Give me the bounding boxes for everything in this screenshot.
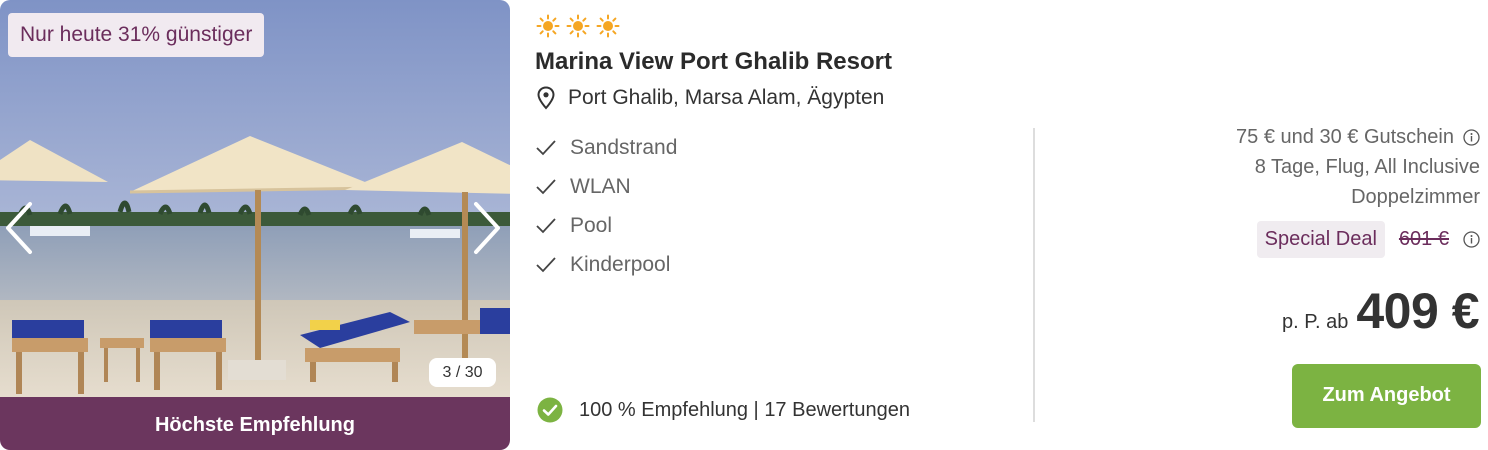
price-panel: 75 € und 30 € Gutschein 8 Tage, Flug, Al… bbox=[1060, 122, 1480, 340]
info-icon[interactable] bbox=[1463, 231, 1480, 248]
sun-star-icon bbox=[536, 14, 560, 38]
checkmark-icon bbox=[536, 256, 556, 272]
column-divider bbox=[1033, 128, 1035, 422]
trip-details: 8 Tage, Flug, All Inclusive bbox=[1254, 156, 1480, 178]
hotel-photo[interactable] bbox=[0, 0, 510, 397]
feature-label: Sandstrand bbox=[570, 135, 678, 159]
carousel-next-button[interactable] bbox=[466, 196, 506, 260]
carousel-prev-button[interactable] bbox=[0, 196, 40, 260]
voucher-info: 75 € und 30 € Gutschein bbox=[1060, 122, 1480, 152]
review-summary[interactable]: 100 % Empfehlung | 17 Bewertungen bbox=[537, 397, 910, 423]
voucher-text: 75 € und 30 € Gutschein bbox=[1236, 125, 1454, 148]
hotel-name[interactable]: Marina View Port Ghalib Resort bbox=[535, 48, 892, 76]
price-row: p. P. ab 409 € bbox=[1282, 282, 1479, 340]
list-item: Pool bbox=[535, 206, 677, 245]
offer-button[interactable]: Zum Angebot bbox=[1292, 364, 1481, 428]
room-type: Doppelzimmer bbox=[1351, 186, 1480, 208]
checkmark-icon bbox=[536, 139, 556, 155]
special-deal-badge: Special Deal bbox=[1256, 221, 1385, 258]
list-item: Sandstrand bbox=[535, 128, 677, 167]
map-pin-icon bbox=[537, 86, 555, 110]
chevron-left-icon bbox=[6, 202, 32, 254]
recommendation-banner: Höchste Empfehlung bbox=[0, 397, 510, 450]
review-summary-text: 100 % Empfehlung | 17 Bewertungen bbox=[579, 398, 910, 421]
feature-list: Sandstrand WLAN Pool Kinderpool bbox=[535, 128, 677, 284]
checkmark-icon bbox=[536, 178, 556, 194]
price-prefix: p. P. ab bbox=[1282, 311, 1349, 333]
check-circle-icon bbox=[537, 397, 563, 423]
feature-label: Pool bbox=[570, 213, 613, 237]
old-price: 601 € bbox=[1398, 228, 1449, 250]
deal-row: Special Deal 601 € bbox=[1256, 221, 1480, 258]
feature-label: WLAN bbox=[570, 174, 631, 198]
feature-label: Kinderpool bbox=[570, 252, 671, 276]
list-item: Kinderpool bbox=[535, 245, 677, 284]
sun-star-icon bbox=[596, 14, 620, 38]
image-counter: 3 / 30 bbox=[429, 358, 496, 387]
info-icon[interactable] bbox=[1463, 128, 1480, 146]
hotel-image-carousel[interactable]: Nur heute 31% günstiger 3 / 30 Höchste E… bbox=[0, 0, 510, 450]
hotel-location: Port Ghalib, Marsa Alam, Ägypten bbox=[536, 86, 884, 110]
sun-star-icon bbox=[566, 14, 590, 38]
list-item: WLAN bbox=[535, 167, 677, 206]
star-rating bbox=[536, 14, 620, 38]
current-price: 409 € bbox=[1356, 283, 1479, 339]
location-text: Port Ghalib, Marsa Alam, Ägypten bbox=[568, 86, 885, 109]
chevron-right-icon bbox=[474, 202, 500, 254]
checkmark-icon bbox=[536, 217, 556, 233]
discount-badge: Nur heute 31% günstiger bbox=[8, 13, 265, 57]
